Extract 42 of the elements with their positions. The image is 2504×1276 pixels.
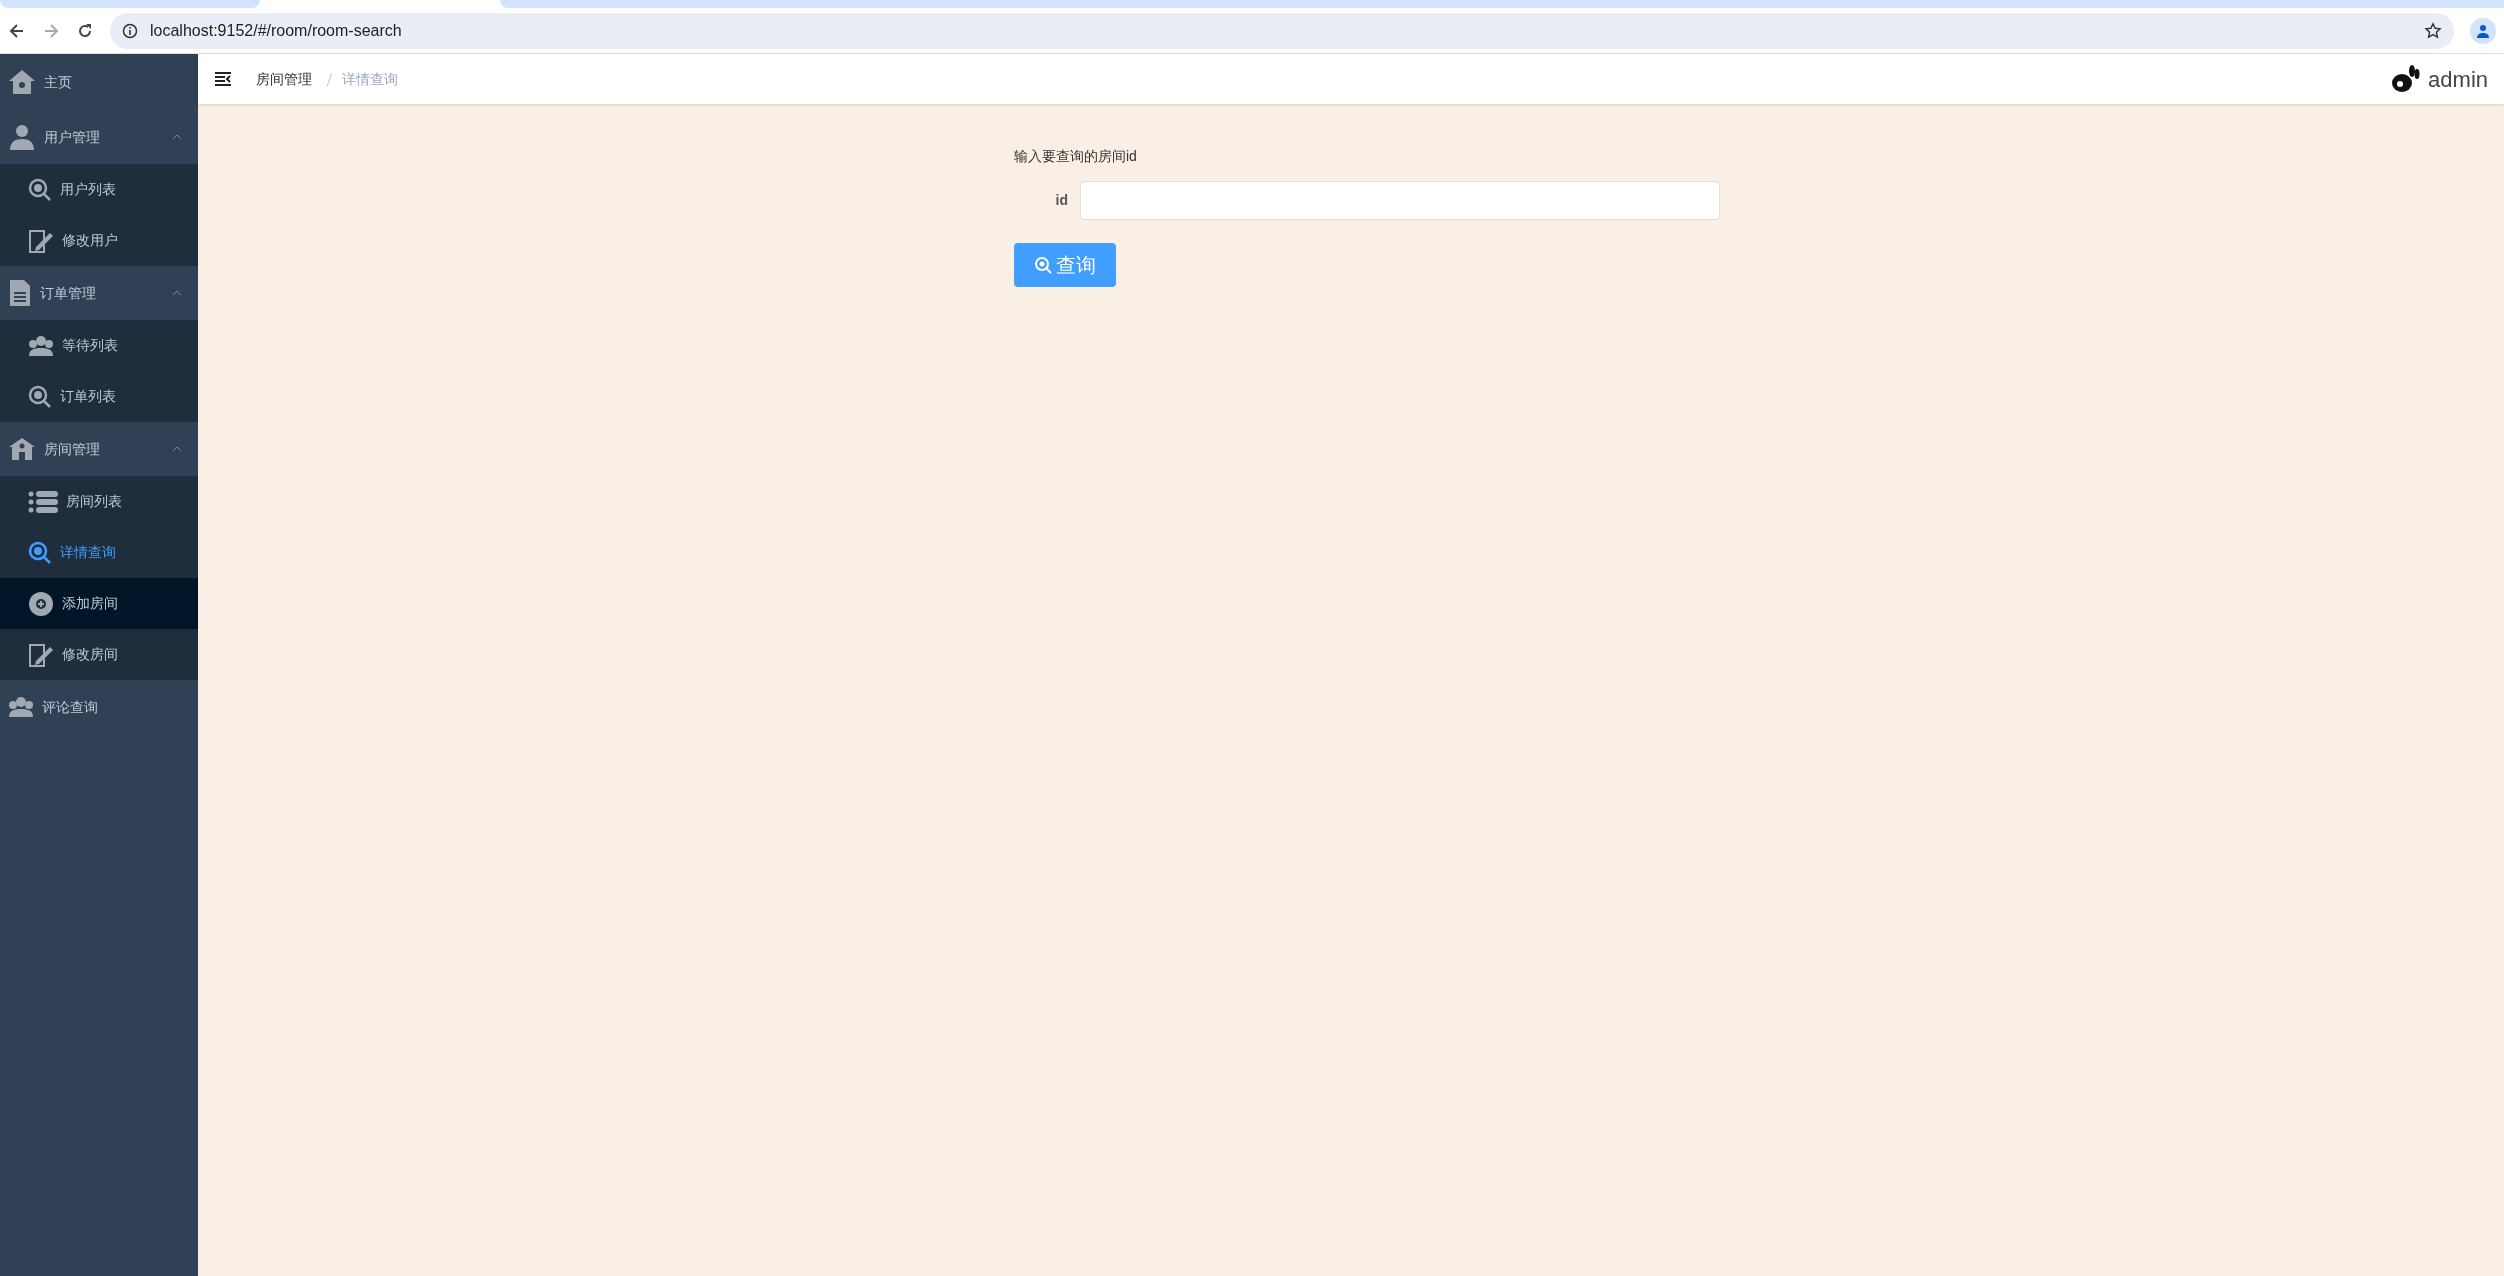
submenu-item[interactable]: 用户列表 — [0, 164, 198, 215]
edit-icon — [28, 641, 54, 668]
profile-icon[interactable] — [2470, 17, 2496, 44]
list-icon — [28, 489, 58, 514]
menu-group[interactable]: 房间管理 — [0, 422, 198, 476]
info-icon[interactable] — [122, 22, 138, 39]
form-title: 输入要查询的房间id — [1014, 147, 1138, 166]
search-user-icon — [28, 540, 52, 565]
search-user-icon — [28, 177, 52, 202]
breadcrumb-item[interactable]: 房间管理 — [256, 68, 312, 90]
submenu-item[interactable]: 修改用户 — [0, 215, 198, 266]
submenu-item[interactable]: 修改房间 — [0, 629, 198, 680]
submenu-item[interactable]: 详情查询 — [0, 527, 198, 578]
search-icon — [1034, 256, 1052, 274]
address-bar[interactable]: localhost:9152/#/room/room-search — [110, 12, 2454, 49]
menu-item[interactable]: 评论查询 — [0, 680, 198, 734]
submenu-item[interactable]: 房间列表 — [0, 476, 198, 527]
submenu-item[interactable]: 添加房间 — [0, 578, 198, 629]
avatar-icon[interactable] — [2390, 64, 2421, 94]
people-icon — [8, 696, 34, 718]
breadcrumb-item: 详情查询 — [342, 69, 398, 89]
back-icon[interactable] — [8, 21, 26, 40]
edit-icon — [28, 227, 54, 254]
add-icon — [28, 590, 54, 617]
building-icon — [8, 437, 36, 461]
menu-item[interactable]: 主页 — [0, 54, 198, 110]
reload-icon[interactable] — [76, 21, 94, 40]
search-user-icon — [28, 384, 52, 409]
menu-icon[interactable] — [214, 71, 232, 87]
user-icon — [8, 124, 36, 150]
menu-group[interactable]: 订单管理 — [0, 266, 198, 320]
submenu-item[interactable]: 订单列表 — [0, 371, 198, 422]
username-text: admin — [2428, 65, 2488, 94]
id-input-field[interactable] — [1080, 181, 1720, 220]
menu-group[interactable]: 用户管理 — [0, 110, 198, 164]
url-text: localhost:9152/#/room/room-search — [150, 20, 403, 41]
home-icon — [8, 69, 36, 95]
field-label: id — [1054, 191, 1069, 210]
submenu-item[interactable]: 等待列表 — [0, 320, 198, 371]
document-icon — [8, 279, 32, 307]
star-icon[interactable] — [2424, 21, 2442, 40]
people-icon — [28, 334, 54, 357]
